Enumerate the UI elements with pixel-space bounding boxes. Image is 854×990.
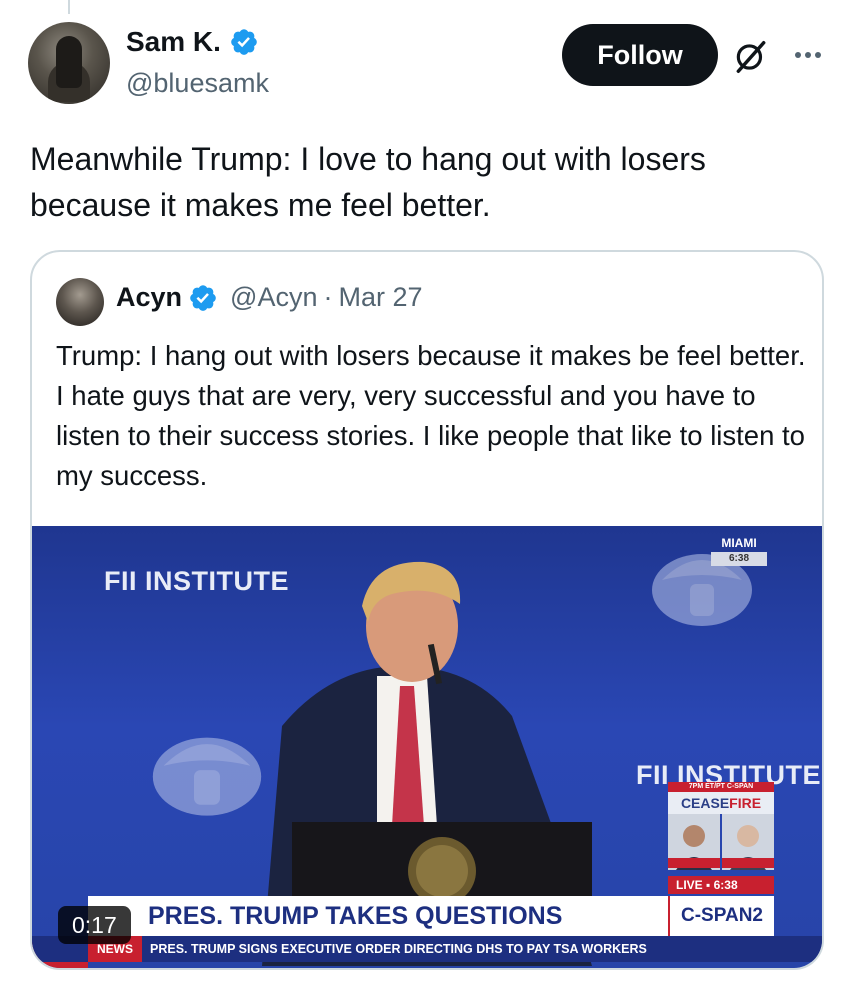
avatar-figure-head — [56, 36, 82, 88]
network-logo: C-SPAN2 — [668, 896, 774, 936]
verified-badge-icon — [231, 29, 257, 55]
quoted-tweet-card[interactable]: Acyn @Acyn · Mar 27 Trump: I hang out wi… — [30, 250, 824, 970]
quoted-tweet-header: Acyn @Acyn · Mar 27 — [116, 282, 423, 313]
quoted-tweet-date[interactable]: Mar 27 — [338, 282, 422, 313]
news-ticker: NEWS PRES. TRUMP SIGNS EXECUTIVE ORDER D… — [32, 936, 822, 962]
cspan-promo-header: 7PM ET/PT C-SPAN — [668, 782, 774, 792]
author-avatar[interactable] — [28, 22, 110, 104]
separator-dot: · — [323, 282, 333, 312]
ceasefire-word-a: CEASE — [680, 795, 730, 811]
quoted-author-name[interactable]: Acyn — [116, 282, 182, 313]
ceasefire-promo: CEASEFIRE — [668, 792, 774, 814]
author-name-row: Sam K. — [126, 26, 259, 58]
headline-chyron: PRES. TRUMP TAKES QUESTIONS — [88, 896, 668, 936]
guest-caption-right — [722, 858, 774, 868]
quoted-author-avatar[interactable] — [56, 278, 104, 326]
quoted-author-handle[interactable]: @Acyn — [230, 282, 317, 313]
tweet-text: Meanwhile Trump: I love to hang out with… — [30, 141, 706, 223]
ceasefire-word-b: FIRE — [729, 795, 762, 811]
more-options-icon[interactable] — [790, 38, 826, 72]
more-dot — [795, 52, 801, 58]
author-display-name[interactable]: Sam K. — [126, 26, 221, 58]
quoted-tweet-text: Trump: I hang out with losers because it… — [56, 340, 806, 491]
grok-icon[interactable] — [732, 38, 770, 76]
thread-connector-line — [68, 0, 70, 14]
verified-badge-icon — [190, 284, 216, 311]
author-handle[interactable]: @bluesamk — [126, 68, 269, 99]
live-indicator: LIVE ▪ 6:38 — [668, 876, 774, 894]
video-player[interactable]: FII INSTITUTE FII INSTITUTE MIAMI 6:38 7… — [32, 526, 822, 968]
ticker-text: PRES. TRUMP SIGNS EXECUTIVE ORDER DIRECT… — [150, 942, 647, 956]
more-dot — [815, 52, 821, 58]
follow-button[interactable]: Follow — [562, 24, 718, 86]
video-duration-badge: 0:17 — [58, 906, 131, 944]
more-dot — [805, 52, 811, 58]
guest-caption-left — [668, 858, 720, 868]
